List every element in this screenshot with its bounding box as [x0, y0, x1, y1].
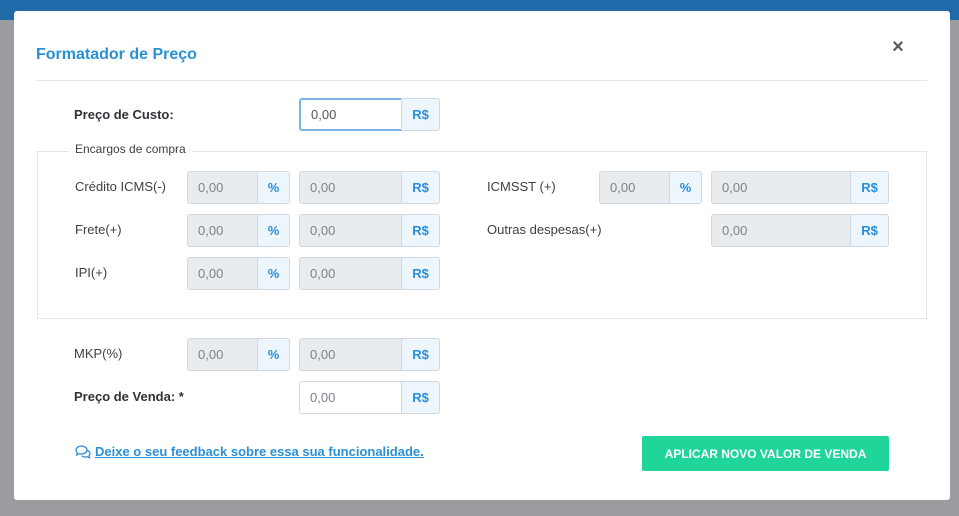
credito-icms-rs-input[interactable]: [299, 171, 401, 204]
percent-icon: %: [257, 257, 290, 290]
frete-pct-group: %: [187, 214, 290, 247]
encargos-legend: Encargos de compra: [69, 142, 192, 156]
credito-icms-pct-group: %: [187, 171, 290, 204]
credito-icms-pct-input[interactable]: [187, 171, 257, 204]
percent-icon: %: [257, 338, 290, 371]
venda-currency-addon: R$: [401, 381, 440, 414]
venda-label: Preço de Venda: *: [74, 389, 184, 404]
mkp-pct-input[interactable]: [187, 338, 257, 371]
ipi-rs-input[interactable]: [299, 257, 401, 290]
frete-pct-input[interactable]: [187, 214, 257, 247]
venda-group: R$: [299, 381, 440, 414]
modal-title: Formatador de Preço: [36, 46, 197, 63]
currency-addon: R$: [401, 257, 440, 290]
currency-addon: R$: [401, 214, 440, 247]
icmsst-pct-input[interactable]: [599, 171, 669, 204]
ipi-pct-input[interactable]: [187, 257, 257, 290]
outras-rs-group: R$: [711, 214, 889, 247]
percent-icon: %: [669, 171, 702, 204]
close-icon[interactable]: ×: [888, 37, 908, 57]
venda-input[interactable]: [299, 381, 401, 414]
percent-icon: %: [257, 214, 290, 247]
outras-rs-input[interactable]: [711, 214, 850, 247]
percent-icon: %: [257, 171, 290, 204]
icmsst-pct-group: %: [599, 171, 702, 204]
credito-icms-label: Crédito ICMS(-): [75, 179, 167, 194]
currency-addon: R$: [850, 171, 889, 204]
mkp-pct-group: %: [187, 338, 290, 371]
currency-addon: R$: [850, 214, 889, 247]
mkp-label: MKP(%): [74, 346, 123, 361]
frete-rs-group: R$: [299, 214, 440, 247]
outras-label: Outras despesas(+): [487, 222, 602, 237]
custo-group: R$: [299, 98, 440, 131]
ipi-label: IPI(+): [75, 265, 108, 280]
apply-sale-price-button[interactable]: APLICAR NOVO VALOR DE VENDA: [642, 436, 889, 471]
credito-icms-rs-group: R$: [299, 171, 440, 204]
ipi-rs-group: R$: [299, 257, 440, 290]
mkp-rs-group: R$: [299, 338, 440, 371]
frete-rs-input[interactable]: [299, 214, 401, 247]
feedback-link[interactable]: Deixe o seu feedback sobre essa sua func…: [75, 444, 424, 459]
currency-addon: R$: [401, 171, 440, 204]
ipi-pct-group: %: [187, 257, 290, 290]
comments-icon: [75, 444, 91, 459]
custo-input[interactable]: [299, 98, 401, 131]
currency-addon: R$: [401, 338, 440, 371]
icmsst-rs-group: R$: [711, 171, 889, 204]
custo-label: Preço de Custo:: [74, 107, 174, 122]
icmsst-label: ICMSST (+): [487, 179, 556, 194]
frete-label: Frete(+): [75, 222, 122, 237]
mkp-rs-input[interactable]: [299, 338, 401, 371]
feedback-link-text[interactable]: Deixe o seu feedback sobre essa sua func…: [95, 444, 424, 459]
icmsst-rs-input[interactable]: [711, 171, 850, 204]
custo-currency-addon: R$: [401, 98, 440, 131]
divider: [36, 80, 927, 81]
price-formatter-modal: Formatador de Preço × Preço de Custo: R$…: [14, 11, 950, 500]
